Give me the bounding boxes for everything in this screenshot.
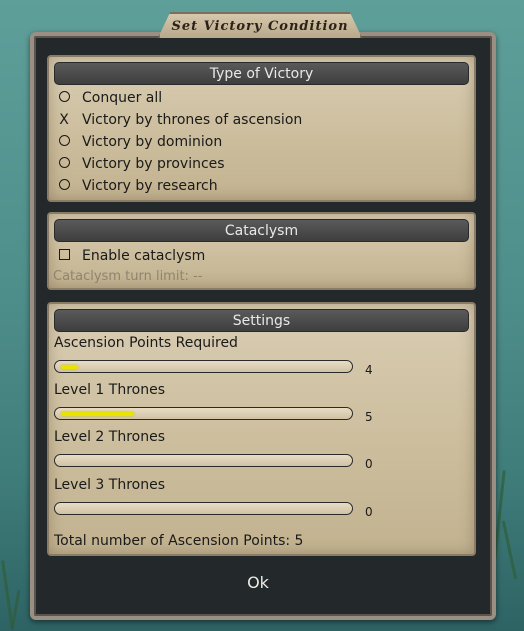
slider-label: Level 2 Thrones	[54, 429, 165, 445]
checkbox-icon	[56, 248, 72, 264]
selected-x-icon: X	[59, 112, 69, 128]
enable-cataclysm-label: Enable cataclysm	[82, 248, 206, 264]
slider-fill	[61, 364, 78, 369]
slider-label: Ascension Points Required	[54, 335, 238, 351]
radio-icon	[56, 178, 72, 194]
slider-fill	[61, 411, 134, 416]
total-ascension-points: Total number of Ascension Points: 5	[54, 533, 304, 549]
victory-type-header: Type of Victory	[54, 62, 469, 85]
cataclysm-panel: Cataclysm Enable cataclysm Cataclysm tur…	[47, 212, 476, 290]
victory-option-label: Victory by provinces	[82, 156, 225, 172]
slider-track[interactable]	[54, 360, 353, 373]
radio-icon	[56, 156, 72, 172]
victory-option-label: Conquer all	[82, 90, 163, 106]
victory-option[interactable]: X Victory by thrones of ascension	[56, 110, 302, 130]
dialog-title: Set Victory Condition	[158, 12, 362, 38]
slider-value: 0	[365, 457, 373, 471]
victory-option[interactable]: Conquer all	[56, 88, 162, 108]
slider-label: Level 3 Thrones	[54, 477, 165, 493]
slider-value: 0	[365, 505, 373, 519]
cataclysm-header: Cataclysm	[54, 219, 469, 242]
victory-option-label: Victory by dominion	[82, 134, 223, 150]
slider-track[interactable]	[54, 407, 353, 420]
slider-track[interactable]	[54, 454, 353, 467]
victory-option-label: Victory by research	[82, 178, 218, 194]
slider-track[interactable]	[54, 502, 353, 515]
slider-value: 5	[365, 410, 373, 424]
victory-option[interactable]: Victory by research	[56, 176, 218, 196]
ok-button[interactable]: Ok	[228, 569, 288, 595]
seaweed-decoration	[501, 520, 518, 580]
seaweed-decoration	[10, 590, 21, 630]
settings-header: Settings	[54, 309, 469, 332]
radio-icon	[56, 134, 72, 150]
radio-icon	[56, 90, 72, 106]
victory-option[interactable]: Victory by provinces	[56, 154, 225, 174]
victory-type-panel: Type of Victory Conquer all X Victory by t…	[47, 55, 476, 202]
settings-panel: Settings Ascension Points Required 4 Level…	[47, 302, 476, 556]
victory-option[interactable]: Victory by dominion	[56, 132, 222, 152]
enable-cataclysm-checkbox[interactable]: Enable cataclysm	[56, 246, 205, 266]
slider-value: 4	[365, 363, 373, 377]
victory-option-label: Victory by thrones of ascension	[82, 112, 303, 128]
slider-label: Level 1 Thrones	[54, 382, 165, 398]
cataclysm-turn-limit: Cataclysm turn limit: --	[53, 268, 203, 284]
